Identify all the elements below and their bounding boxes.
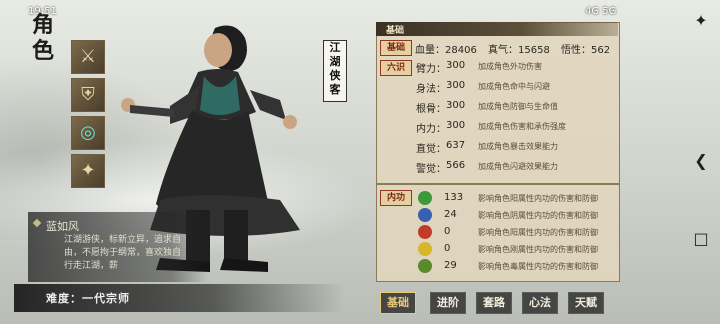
character-name-tag: 江 湖 侠 客 (323, 40, 347, 102)
attr-row-constitution: 根骨： 300 加成角色防御与生命值 (416, 100, 558, 115)
tab-advanced[interactable]: 进阶 (430, 292, 466, 314)
fire-icon (418, 225, 432, 239)
attr-row-alertness: 警觉： 566 加成角色闪避效果能力 (416, 160, 558, 175)
status-icons: 4G 5G (585, 6, 617, 17)
tag-neigong[interactable]: 内功 (380, 190, 412, 206)
attr-row-agility: 身法： 300 加成角色命中与闪避 (416, 80, 550, 95)
neigong-row: 133 影响角色阳属性内功的伤害和防御 (418, 191, 618, 207)
attr-row-internal: 内力： 300 加成角色伤害和承伤强度 (416, 120, 566, 135)
neigong-row: 24 影响角色阴属性内功的伤害和防御 (418, 208, 618, 224)
tag-basic[interactable]: 基础 (380, 40, 412, 56)
poison-icon (418, 259, 432, 273)
character-name: 蓝如风 (46, 220, 79, 233)
difficulty-label: 难度：一代宗师 (46, 292, 130, 305)
hp-stat: 血量：28406 (415, 45, 477, 56)
metal-icon (418, 242, 432, 256)
neigong-row: 29 影响角色毒属性内功的伤害和防御 (418, 259, 618, 275)
square-icon[interactable]: □ (690, 228, 712, 250)
tab-talent[interactable]: 天赋 (568, 292, 604, 314)
neigong-row: 0 影响角色阳属性内功的伤害和防御 (418, 225, 618, 241)
menu-icon[interactable]: ✦ (690, 10, 712, 32)
neigong-row: 0 影响角色刚属性内功的伤害和防御 (418, 242, 618, 258)
yin-icon (418, 208, 432, 222)
panel-header: 基础 (376, 22, 618, 36)
tab-mental[interactable]: 心法 (522, 292, 558, 314)
top-stats: 血量：28406 真气：15658 悟性：562 (415, 41, 618, 56)
tab-routines[interactable]: 套路 (476, 292, 512, 314)
character-description: 江湖游侠，标新立异，追求自由，不愿拘于纲常，喜欢独自行走江湖，薪 (64, 235, 182, 271)
back-icon[interactable]: ❮ (690, 150, 712, 172)
attr-row-strength: 臂力： 300 加成角色外功伤害 (416, 60, 542, 75)
qi-stat: 真气：15658 (488, 45, 550, 56)
wisdom-stat: 悟性：562 (561, 45, 611, 56)
page-title: 角 色 (32, 12, 55, 64)
attr-row-intuition: 直觉： 637 加成角色暴击效果能力 (416, 140, 558, 155)
tab-basic[interactable]: 基础 (380, 292, 416, 314)
yang-icon (418, 191, 432, 205)
